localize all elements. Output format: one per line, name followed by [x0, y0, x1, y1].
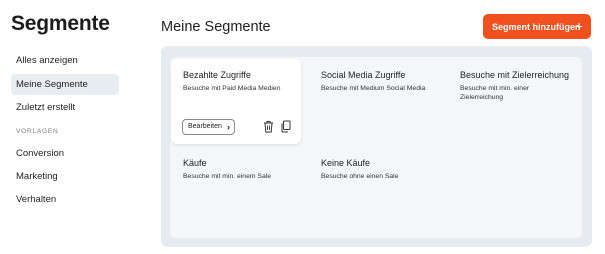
sidebar-item-verhalten[interactable]: Verhalten — [11, 189, 119, 210]
plus-icon: + — [574, 18, 583, 34]
edit-button-label: Bearbeiten — [188, 123, 222, 130]
chevron-right-icon: › — [227, 122, 230, 132]
copy-icon[interactable] — [280, 120, 291, 133]
sidebar-item-alles-anzeigen[interactable]: Alles anzeigen — [11, 50, 119, 71]
sidebar-section-label: VORLAGEN — [16, 128, 59, 135]
segment-card-bezahlte-zugriffe[interactable]: Bezahlte Zugriffe Besuche mit Paid Media… — [171, 59, 301, 144]
page-title: Meine Segmente — [161, 19, 271, 35]
segment-title: Social Media Zugriffe — [321, 70, 406, 80]
segment-card-social-media-zugriffe[interactable]: Social Media Zugriffe Besuche mit Medium… — [309, 59, 439, 144]
sidebar: Segmente Alles anzeigen Meine Segmente Z… — [0, 0, 130, 254]
segment-title: Keine Käufe — [321, 158, 371, 168]
segment-description: Besuche mit min. einer Zielerreichung — [460, 85, 530, 101]
sidebar-item-conversion[interactable]: Conversion — [11, 143, 119, 164]
segment-description: Besuche mit Paid Media Medien — [183, 85, 281, 92]
edit-button[interactable]: Bearbeiten › — [182, 119, 235, 135]
segment-title: Bezahlte Zugriffe — [183, 70, 251, 80]
segment-card-keine-kaeufe[interactable]: Keine Käufe Besuche ohne einen Sale — [309, 147, 439, 232]
sidebar-item-zuletzt-erstellt[interactable]: Zuletzt erstellt — [11, 97, 119, 118]
add-segment-button-label: Segment hinzufügen — [492, 21, 581, 32]
trash-icon[interactable] — [263, 120, 274, 133]
segment-description: Besuche mit min. einem Sale — [183, 173, 272, 180]
sidebar-item-marketing[interactable]: Marketing — [11, 166, 119, 187]
segment-title: Besuche mit Zielerreichung — [460, 70, 570, 80]
sidebar-item-meine-segmente[interactable]: Meine Segmente — [11, 74, 119, 95]
add-segment-button[interactable]: Segment hinzufügen + — [483, 14, 591, 39]
app-title: Segmente — [11, 12, 110, 35]
segment-card-besuche-mit-zielerreichung[interactable]: Besuche mit Zielerreichung Besuche mit m… — [448, 59, 578, 144]
segment-card-kaeufe[interactable]: Käufe Besuche mit min. einem Sale — [171, 147, 301, 232]
segment-description: Besuche mit Medium Social Media — [321, 85, 426, 92]
segment-description: Besuche ohne einen Sale — [321, 173, 399, 180]
segment-title: Käufe — [183, 158, 207, 168]
